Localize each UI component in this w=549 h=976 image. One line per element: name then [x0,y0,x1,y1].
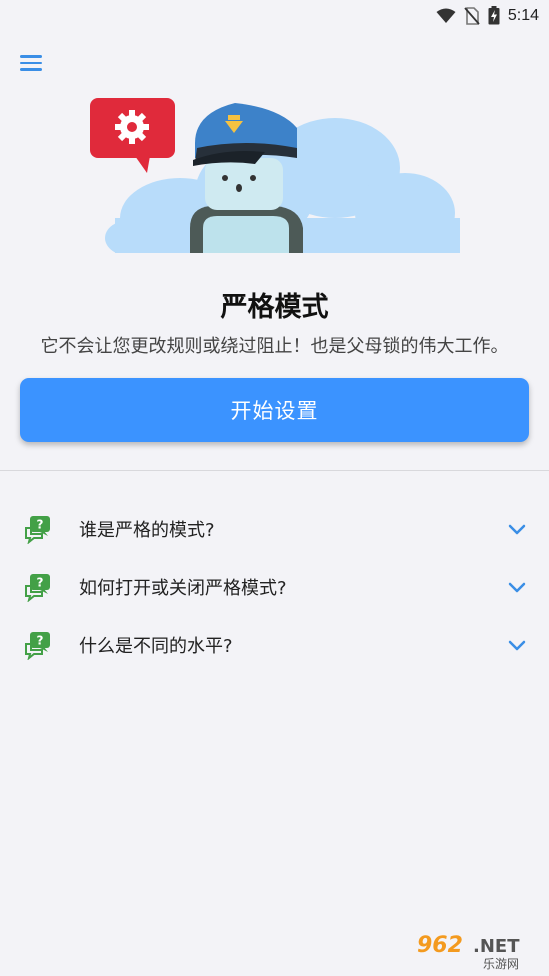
police-robot-illustration [90,98,460,253]
svg-text:.NET: .NET [473,936,520,957]
svg-text:962: 962 [417,933,463,958]
site-watermark-logo: 962 .NET 乐游网 [417,933,520,970]
faq-item-3[interactable]: ? 什么是不同的水平? [0,620,549,670]
page-subtitle: 它不会让您更改规则或绕过阻止！也是父母锁的伟大工作。 [40,336,509,357]
svg-text:?: ? [37,518,44,532]
svg-text:乐游网: 乐游网 [483,957,519,970]
status-icons: 5:14 [436,6,539,25]
hamburger-menu-icon[interactable] [20,50,48,76]
divider [0,470,549,471]
chevron-down-icon[interactable] [507,522,527,536]
status-time: 5:14 [507,6,539,24]
svg-text:?: ? [37,634,44,648]
battery-charging-icon [488,6,500,25]
svg-text:?: ? [37,576,44,590]
question-chat-icon: ? [25,574,50,602]
page-title: 严格模式 [220,292,329,323]
no-sim-icon [464,6,480,25]
chevron-down-icon[interactable] [507,638,527,652]
faq-question: 谁是严格的模式? [79,520,215,541]
gear-speech-bubble [90,98,175,173]
start-setup-button[interactable]: 开始设置 [20,378,529,442]
faq-question: 如何打开或关闭严格模式? [79,578,287,599]
faq-item-1[interactable]: ? 谁是严格的模式? [0,504,549,554]
faq-question: 什么是不同的水平? [79,636,233,657]
question-chat-icon: ? [25,516,50,544]
chevron-down-icon[interactable] [507,580,527,594]
status-bar: 5:14 [0,0,549,30]
faq-item-2[interactable]: ? 如何打开或关闭严格模式? [0,562,549,612]
wifi-icon [436,8,456,23]
gear-icon [115,110,149,144]
question-chat-icon: ? [25,632,50,660]
